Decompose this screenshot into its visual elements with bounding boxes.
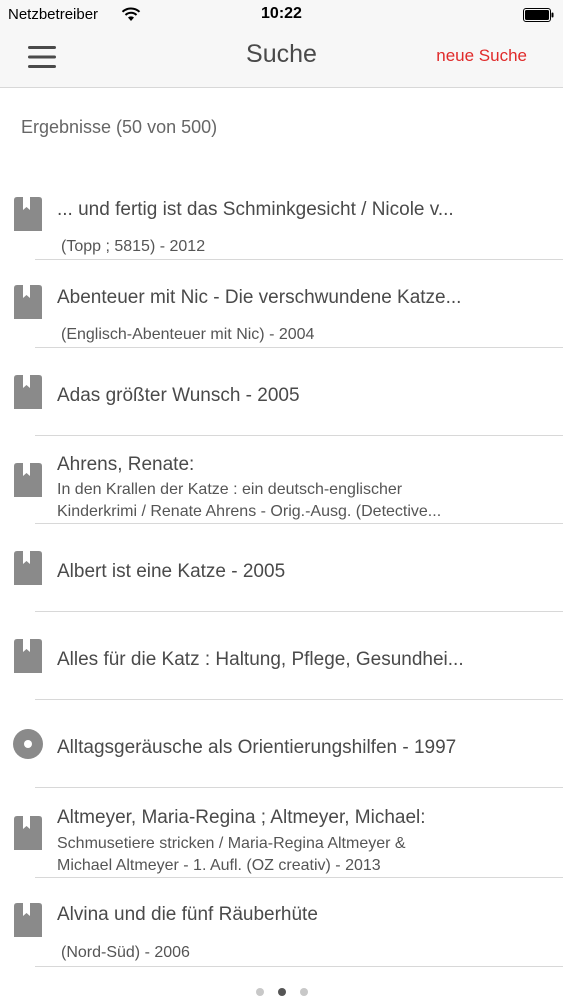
result-detail: Schmusetiere stricken / Maria-Regina Alt…: [57, 835, 406, 852]
result-item[interactable]: Alltagsgeräusche als Orientierungshilfen…: [0, 700, 563, 788]
result-title: Abenteuer mit Nic - Die verschwundene Ka…: [57, 287, 462, 308]
result-item[interactable]: Alvina und die fünf Räuberhüte (Nord-Süd…: [0, 878, 563, 970]
new-search-button[interactable]: neue Suche: [436, 46, 527, 66]
status-bar: Netzbetreiber 10:22: [0, 0, 563, 30]
page-dot[interactable]: [277, 988, 286, 996]
result-detail: (Topp ; 5815) - 2012: [61, 238, 206, 255]
book-icon: [14, 816, 42, 850]
status-time: 10:22: [261, 5, 302, 22]
result-item[interactable]: Adas größter Wunsch - 2005: [0, 348, 563, 436]
disc-icon: [13, 729, 43, 759]
page-dot[interactable]: [299, 988, 308, 996]
result-detail: (Englisch-Abenteuer mit Nic) - 2004: [61, 326, 315, 343]
result-item[interactable]: Abenteuer mit Nic - Die verschwundene Ka…: [0, 260, 563, 348]
result-detail: Michael Altmeyer - 1. Aufl. (OZ creativ)…: [57, 857, 381, 874]
result-item[interactable]: Altmeyer, Maria-Regina ; Altmeyer, Micha…: [0, 788, 563, 878]
book-icon: [14, 551, 42, 585]
book-icon: [14, 903, 42, 937]
result-title: ... und fertig ist das Schminkgesicht / …: [57, 199, 454, 220]
navigation-bar: Suche neue Suche: [0, 30, 563, 88]
result-author: Altmeyer, Maria-Regina ; Altmeyer, Micha…: [57, 807, 426, 828]
book-icon: [14, 375, 42, 409]
result-item[interactable]: ... und fertig ist das Schminkgesicht / …: [0, 170, 563, 260]
hamburger-menu-icon: [28, 46, 56, 68]
result-detail: (Nord-Süd) - 2006: [61, 944, 190, 961]
book-icon: [14, 639, 42, 673]
result-item[interactable]: Ahrens, Renate: In den Krallen der Katze…: [0, 436, 563, 524]
results-count-header: Ergebnisse (50 von 500): [21, 117, 218, 137]
result-title: Alvina und die fünf Räuberhüte: [57, 904, 318, 925]
result-title: Alltagsgeräusche als Orientierungshilfen…: [57, 737, 457, 758]
result-item[interactable]: Alles für die Katz : Haltung, Pflege, Ge…: [0, 612, 563, 700]
result-item[interactable]: Albert ist eine Katze - 2005: [0, 524, 563, 612]
result-detail: In den Krallen der Katze : ein deutsch-e…: [57, 481, 403, 498]
result-title: Adas größter Wunsch - 2005: [57, 385, 300, 406]
page-dot[interactable]: [255, 988, 264, 996]
result-author: Ahrens, Renate:: [57, 454, 195, 475]
list-divider: [35, 966, 563, 967]
result-detail: Kinderkrimi / Renate Ahrens - Orig.-Ausg…: [57, 503, 442, 520]
book-icon: [14, 463, 42, 497]
result-title: Albert ist eine Katze - 2005: [57, 561, 286, 582]
battery-icon: [523, 8, 554, 22]
page-indicator[interactable]: [0, 983, 563, 996]
menu-button[interactable]: [28, 45, 56, 69]
book-icon: [14, 285, 42, 319]
result-title: Alles für die Katz : Haltung, Pflege, Ge…: [57, 649, 464, 670]
book-icon: [14, 197, 42, 231]
